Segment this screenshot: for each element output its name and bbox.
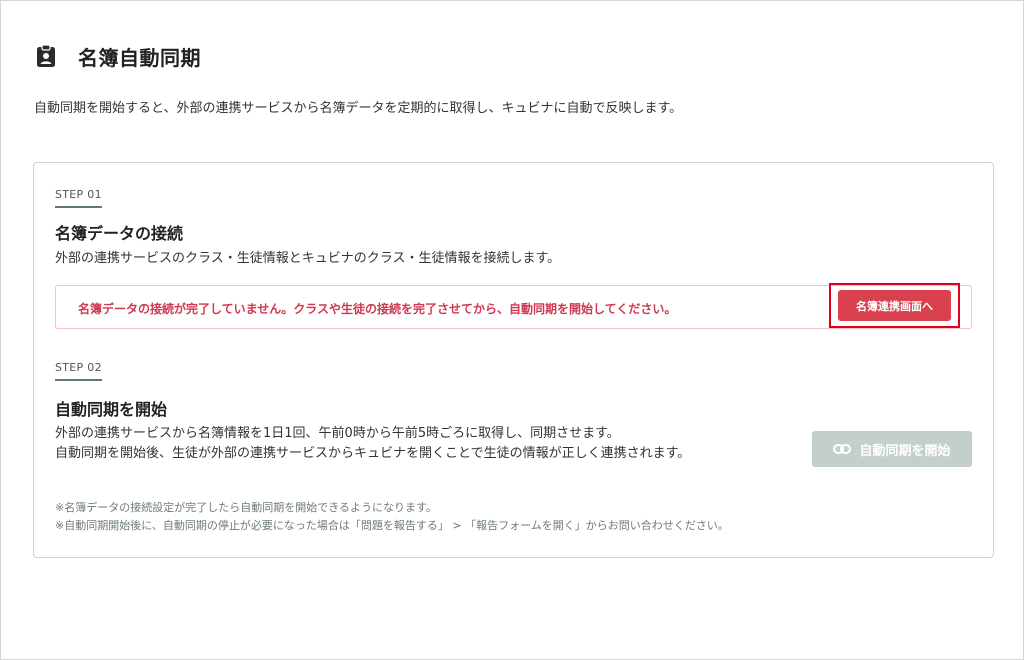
start-auto-sync-button[interactable]: 自動同期を開始 (812, 431, 972, 467)
notes: ※名簿データの接続設定が完了したら自動同期を開始できるようになります。 ※自動同… (55, 499, 729, 535)
roster-link-button[interactable]: 名簿連携画面へ (838, 290, 951, 321)
step-01-text: 外部の連携サービスのクラス・生徒情報とキュビナのクラス・生徒情報を接続します。 (55, 251, 561, 266)
page-header: 名簿自動同期 (34, 41, 201, 71)
start-auto-sync-label: 自動同期を開始 (859, 443, 951, 459)
step-01-label: STEP 01 (55, 188, 102, 208)
alert-message: 名簿データの接続が完了していません。クラスや生徒の接続を完了させてから、自動同期… (78, 302, 677, 316)
clipboard-user-icon (34, 44, 58, 68)
step-02-line-1: 外部の連携サービスから名簿情報を1日1回、午前0時から午前5時ごろに取得し、同期… (55, 426, 620, 441)
page-frame: 名簿自動同期 自動同期を開始すると、外部の連携サービスから名簿データを定期的に取… (0, 0, 1024, 660)
note-1: ※名簿データの接続設定が完了したら自動同期を開始できるようになります。 (55, 501, 437, 514)
page-title: 名簿自動同期 (78, 45, 201, 70)
step-02-line-2: 自動同期を開始後、生徒が外部の連携サービスからキュビナを開くことで生徒の情報が正… (55, 446, 691, 461)
sync-steps-card: STEP 01 名簿データの接続 外部の連携サービスのクラス・生徒情報とキュビナ… (33, 162, 994, 558)
step-02-label: STEP 02 (55, 361, 102, 381)
highlight-box: 名簿連携画面へ (829, 283, 960, 328)
step-01-title: 名簿データの接続 (55, 224, 184, 243)
step-02-text: 外部の連携サービスから名簿情報を1日1回、午前0時から午前5時ごろに取得し、同期… (55, 424, 690, 464)
link-icon (833, 443, 852, 455)
note-2: ※自動同期開始後に、自動同期の停止が必要になった場合は「問題を報告する」 > 「… (55, 519, 729, 532)
connection-alert: 名簿データの接続が完了していません。クラスや生徒の接続を完了させてから、自動同期… (55, 283, 972, 329)
step-02-title: 自動同期を開始 (55, 400, 168, 419)
page-description: 自動同期を開始すると、外部の連携サービスから名簿データを定期的に取得し、キュビナ… (34, 101, 683, 116)
